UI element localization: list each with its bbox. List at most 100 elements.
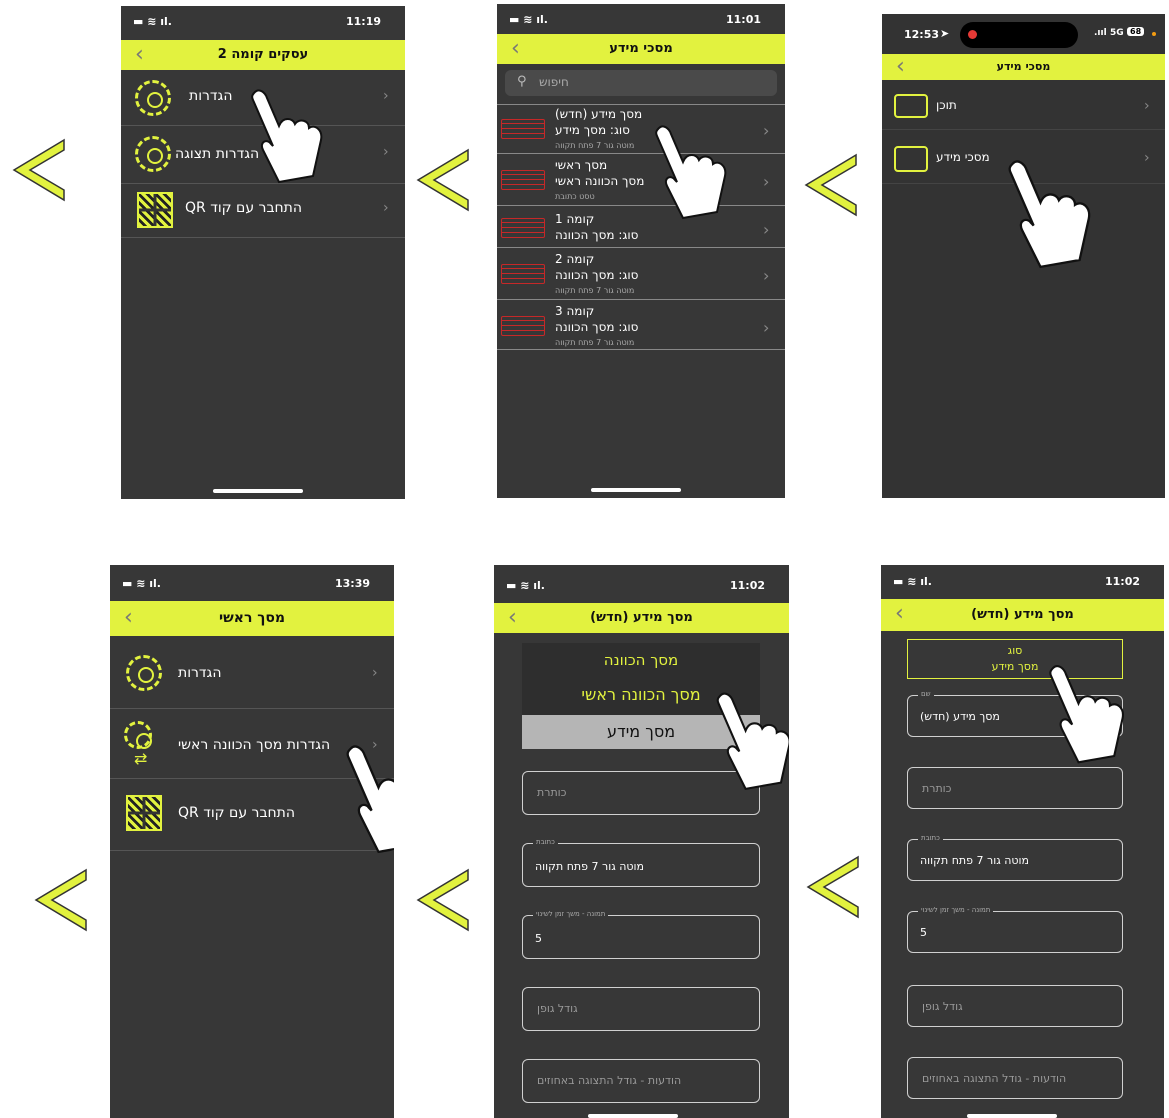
status-bar: 12:53 ➤ .ııl 5G 68 — [882, 14, 1165, 54]
status-icons: ▬ ≋ ıl. — [509, 13, 548, 26]
picker-option[interactable]: מסך הכוונה — [522, 651, 760, 669]
screen-info-screens-menu: 12:53 ➤ .ııl 5G 68 ‹ מסכי מידע תוכן › מס… — [882, 14, 1165, 498]
menu-item-label: הגדרות תצוגה — [175, 146, 260, 162]
chevron-right-icon: › — [383, 144, 389, 160]
messages-size-field[interactable]: הודעות - גודל התצוגה באחוזים — [907, 1057, 1123, 1099]
flow-arrow-left-icon — [416, 148, 469, 212]
menu-item-connect-qr[interactable]: התחבר עם קוד QR › — [121, 184, 405, 238]
status-time: 11:02 — [1104, 575, 1140, 588]
page-title: מסכי מידע — [609, 41, 673, 56]
status-time: 13:39 — [334, 577, 370, 590]
screen-icon — [501, 218, 545, 238]
field-value: מסך מידע (חדש) — [920, 710, 1000, 723]
status-time: 11:02 — [729, 579, 765, 592]
page-title: מסך ראשי — [219, 610, 285, 626]
field-placeholder: כותרת — [537, 786, 567, 799]
chevron-right-icon: › — [763, 220, 770, 239]
signal-icon: .ııl — [1094, 28, 1107, 38]
gear-arrows-icon — [124, 721, 152, 749]
nav-bar: ‹ מסכי מידע — [497, 34, 785, 64]
nav-bar: ‹ מסך ראשי — [110, 601, 394, 636]
title-field[interactable]: כותרת — [907, 767, 1123, 809]
screen-main-screen: ▬ ≋ ıl. 13:39 ‹ מסך ראשי הגדרות › ⇄ הגדר… — [110, 565, 394, 1118]
address-field[interactable]: כתובת מוטה גור 7 פתח תקווה — [522, 838, 760, 887]
field-placeholder: הודעות - גודל התצוגה באחוזים — [922, 1072, 1067, 1085]
field-value: מוטה גור 7 פתח תקווה — [920, 854, 1030, 867]
status-time: 11:01 — [725, 13, 761, 26]
field-placeholder: גודל גופן — [537, 1002, 578, 1015]
location-arrow-icon: ➤ — [940, 27, 950, 40]
tap-hand-icon — [655, 125, 727, 220]
gear-icon — [135, 136, 171, 172]
tap-hand-icon — [1008, 160, 1091, 269]
menu-item-label: התחבר עם קוד QR — [185, 200, 303, 216]
status-bar: ▬ ≋ ıl. 11:19 — [121, 6, 405, 40]
home-indicator — [591, 488, 681, 492]
flow-arrow-left-icon — [804, 153, 857, 217]
page-title: מסך מידע (חדש) — [590, 610, 693, 625]
field-legend: תמונה - משך זמן לשינוי — [533, 910, 609, 918]
field-legend: תמונה - משך זמן לשינוי — [918, 906, 994, 914]
field-legend: כתובת — [533, 838, 558, 846]
menu-item-settings[interactable]: הגדרות › — [110, 639, 394, 709]
tap-hand-icon — [251, 89, 323, 184]
messages-size-field[interactable]: הודעות - גודל התצוגה באחוזים — [522, 1059, 760, 1103]
list-item[interactable]: מסך ראשי מסך הכוונה ראשי טסט כתובת › — [497, 154, 785, 206]
screen-info-screen-form: ▬ ≋ ıl. 11:02 ‹ מסך מידע (חדש) סוג מסך מ… — [881, 565, 1164, 1118]
screen-business-floor: ▬ ≋ ıl. 11:19 ‹ עסקים קומה 2 הגדרות › הג… — [121, 6, 405, 499]
screen-icon — [501, 119, 545, 139]
list-item[interactable]: קומה 2 סוג: מסך הכוונה מוטה גור 7 פתח תק… — [497, 248, 785, 300]
font-size-field[interactable]: גודל גופן — [907, 985, 1123, 1027]
search-placeholder: חיפוש — [539, 75, 569, 89]
page-title: מסך מידע (חדש) — [971, 607, 1074, 622]
chevron-right-icon: › — [763, 121, 770, 140]
image-change-duration-field[interactable]: תמונה - משך זמן לשינוי 5 — [907, 906, 1123, 953]
status-icons: ▬ ≋ ıl. — [893, 575, 932, 588]
menu-item-label: תוכן — [936, 98, 957, 112]
field-value: מוטה גור 7 פתח תקווה — [535, 860, 645, 873]
list-item[interactable]: קומה 3 סוג: מסך הכוונה מוטה גור 7 פתח תק… — [497, 300, 785, 350]
menu-item-content[interactable]: תוכן › — [882, 84, 1165, 130]
screen-icon — [501, 264, 545, 284]
field-placeholder: גודל גופן — [922, 1000, 963, 1013]
tap-hand-icon — [716, 692, 789, 790]
status-bar: ▬ ≋ ıl. 11:02 — [881, 565, 1164, 599]
address-field[interactable]: כתובת מוטה גור 7 פתח תקווה — [907, 834, 1123, 881]
screen-icon — [501, 170, 545, 190]
field-placeholder: הודעות - גודל התצוגה באחוזים — [537, 1074, 682, 1087]
chevron-right-icon: › — [383, 200, 389, 216]
font-size-field[interactable]: גודל גופן — [522, 987, 760, 1031]
recording-dot-icon — [968, 30, 977, 39]
content-icon — [894, 94, 928, 118]
menu-item-label: מסכי מידע — [936, 150, 990, 164]
qr-code-icon — [137, 192, 173, 228]
nav-bar: ‹ עסקים קומה 2 — [121, 40, 405, 70]
status-bar: ▬ ≋ ıl. 11:02 — [494, 565, 789, 603]
menu-item-label: הגדרות — [189, 88, 233, 104]
screen-info-screens-list: ▬ ≋ ıl. 11:01 ‹ מסכי מידע ⚲ חיפוש מסך מי… — [497, 4, 785, 498]
menu-item-label: הגדרות מסך הכוונה ראשי — [178, 737, 331, 753]
search-input[interactable]: ⚲ חיפוש — [505, 70, 777, 96]
image-change-duration-field[interactable]: תמונה - משך זמן לשינוי 5 — [522, 910, 760, 959]
nav-bar: ‹ מסכי מידע — [882, 54, 1165, 80]
list-item[interactable]: קומה 1 סוג: מסך הכוונה › — [497, 206, 785, 248]
menu-item-label: התחבר עם קוד QR — [178, 805, 296, 821]
nav-bar: ‹ מסך מידע (חדש) — [881, 599, 1164, 631]
home-indicator — [213, 489, 303, 493]
status-time: 11:19 — [345, 15, 381, 28]
flow-arrow-left-icon — [806, 855, 859, 919]
dynamic-island — [960, 22, 1078, 48]
field-value: 5 — [920, 926, 927, 939]
status-time: 12:53 — [904, 28, 940, 41]
page-title: עסקים קומה 2 — [217, 47, 309, 62]
item-title: קומה 3 — [555, 304, 595, 318]
screen-icon — [501, 316, 545, 336]
status-bar: ▬ ≋ ıl. 11:01 — [497, 4, 785, 38]
screen-info-screen-picker: ▬ ≋ ıl. 11:02 ‹ מסך מידע (חדש) מסך הכוונ… — [494, 565, 789, 1118]
home-indicator — [967, 1114, 1057, 1118]
chevron-right-icon: › — [372, 665, 378, 681]
item-type: סוג: מסך מידע — [555, 123, 630, 137]
list-item[interactable]: מסך מידע (חדש) סוג: מסך מידע מוטה גור 7 … — [497, 104, 785, 154]
chevron-right-icon: › — [383, 88, 389, 104]
menu-item-label: הגדרות — [178, 665, 222, 681]
